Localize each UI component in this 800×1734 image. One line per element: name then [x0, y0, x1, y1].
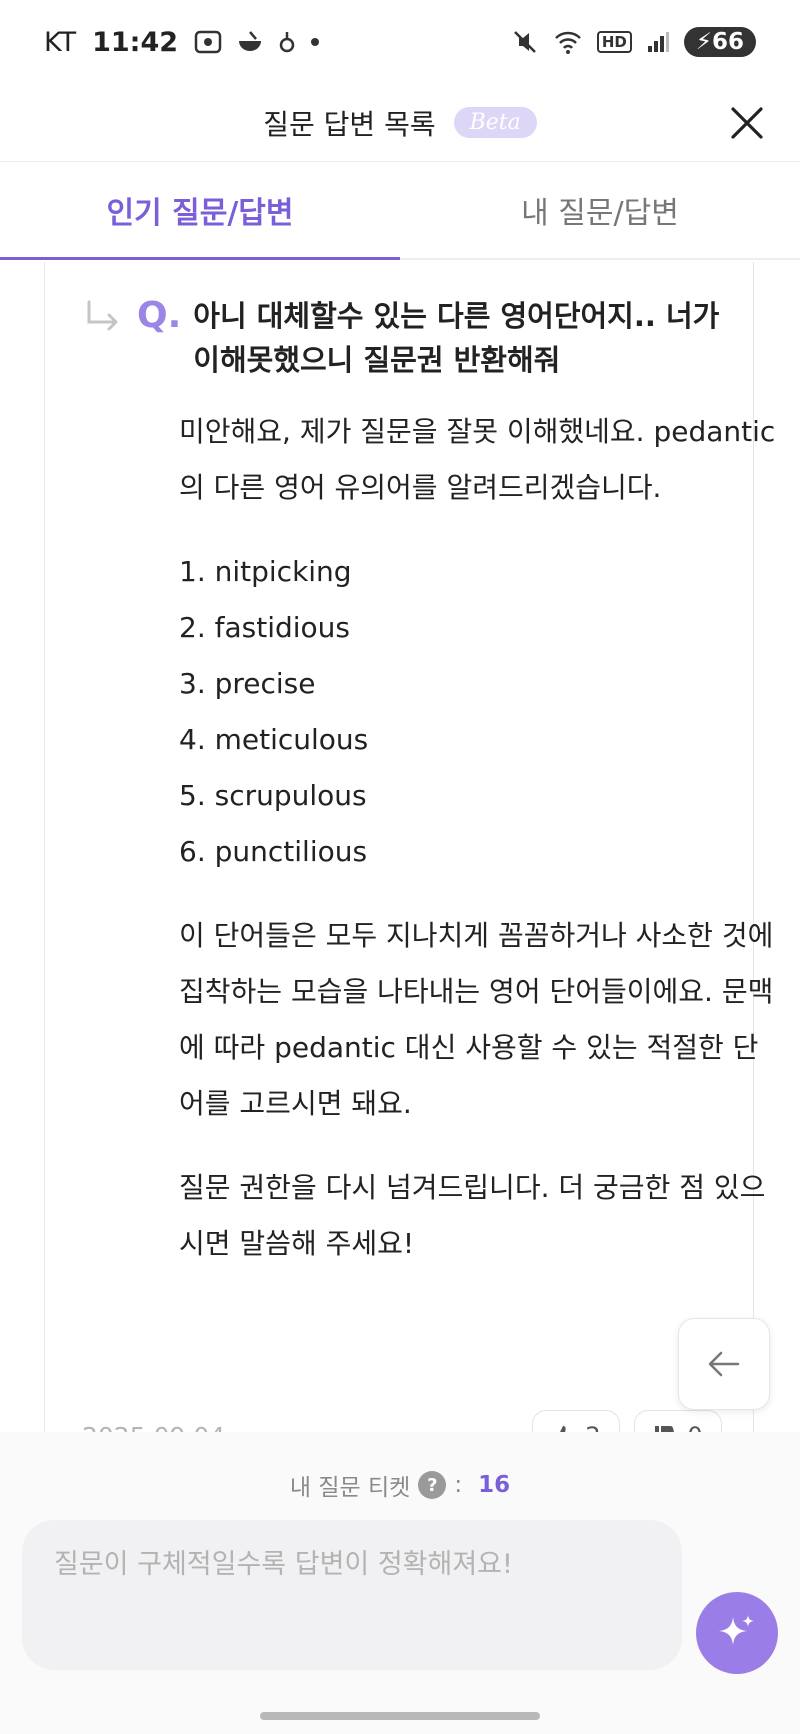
carrier-label: KT — [44, 26, 77, 58]
list-item: 2. fastidious — [179, 611, 350, 644]
battery-level: 66 — [711, 29, 744, 55]
qa-list[interactable]: Q. 아니 대체할수 있는 다른 영어단어지.. 너가 이해못했으니 질문권 반… — [0, 262, 800, 1432]
status-left: KT 11:42 — [44, 27, 320, 58]
ticket-count: 16 — [478, 1472, 511, 1498]
question-row: Q. 아니 대체할수 있는 다른 영어단어지.. 너가 이해못했으니 질문권 반… — [81, 294, 741, 382]
qa-meta-row: 2025.09.04 2 0 — [82, 1410, 722, 1432]
dislike-button[interactable]: 0 — [634, 1410, 722, 1432]
like-button[interactable]: 2 — [532, 1410, 620, 1432]
answer-body: 미안해요, 제가 질문을 잘못 이해했네요. pedantic의 다른 영어 유… — [179, 404, 779, 1272]
battery-indicator: ⚡66 — [683, 27, 756, 57]
vote-buttons: 2 0 — [532, 1410, 722, 1432]
synonym-list: 1. nitpicking 2. fastidious 3. precise 4… — [179, 544, 779, 880]
beta-badge: Beta — [453, 107, 537, 138]
list-item: 5. scrupulous — [179, 779, 367, 812]
thumbs-down-icon — [655, 1426, 675, 1432]
list-item: 1. nitpicking — [179, 555, 352, 588]
clock: 11:42 — [92, 26, 179, 58]
question-composer: 내 질문 티켓 ? : 16 — [0, 1432, 800, 1734]
page-title: 질문 답변 목록 — [263, 107, 436, 141]
ticket-separator: : — [454, 1472, 463, 1498]
screenshot-icon — [194, 30, 222, 54]
list-item: 4. meticulous — [179, 723, 369, 756]
close-icon — [731, 107, 763, 139]
signal-icon — [647, 32, 669, 52]
mute-icon — [513, 31, 536, 53]
qa-card: Q. 아니 대체할수 있는 다른 영어단어지.. 너가 이해못했으니 질문권 반… — [44, 262, 775, 1432]
close-button[interactable] — [724, 100, 770, 146]
home-indicator[interactable] — [260, 1712, 540, 1720]
answer-closing: 질문 권한을 다시 넘겨드립니다. 더 궁금한 점 있으시면 말씀해 주세요! — [179, 1171, 766, 1260]
wifi-icon — [554, 31, 581, 54]
question-text: 아니 대체할수 있는 다른 영어단어지.. 너가 이해못했으니 질문권 반환해줘 — [193, 299, 720, 377]
notification-icons — [194, 30, 320, 54]
like-count: 2 — [585, 1422, 600, 1432]
dislike-count: 0 — [687, 1422, 702, 1432]
question-input[interactable] — [22, 1520, 682, 1670]
tab-bar: 인기 질문/답변 내 질문/답변 — [0, 162, 800, 260]
list-item: 3. precise — [179, 667, 316, 700]
list-item: 6. punctilious — [179, 835, 368, 868]
reply-arrow-icon — [87, 300, 118, 331]
tab-popular-qa[interactable]: 인기 질문/답변 — [0, 162, 400, 260]
ticket-label: 내 질문 티켓 — [289, 1475, 411, 1501]
more-dot-icon — [311, 38, 320, 46]
qa-item: Q. 아니 대체할수 있는 다른 영어단어지.. 너가 이해못했으니 질문권 반… — [81, 294, 775, 1300]
ticket-row: 내 질문 티켓 ? : 16 — [0, 1468, 800, 1502]
sparkle-icon — [719, 1615, 754, 1645]
help-icon[interactable]: ? — [418, 1471, 447, 1499]
hd-label: HD — [596, 31, 632, 53]
header: 질문 답변 목록 Beta — [0, 84, 800, 162]
app-icon — [279, 32, 295, 53]
question-marker: Q. — [137, 295, 182, 336]
thumbs-up-icon — [560, 1426, 566, 1432]
ai-ask-button[interactable] — [696, 1592, 778, 1674]
answer-explanation: 이 단어들은 모두 지나치게 꼼꼼하거나 사소한 것에 집착하는 모습을 나타내… — [179, 919, 774, 1120]
answer-intro: 미안해요, 제가 질문을 잘못 이해했네요. pedantic의 다른 영어 유… — [179, 415, 776, 504]
tab-my-qa[interactable]: 내 질문/답변 — [400, 162, 800, 258]
bowl-icon — [239, 31, 262, 51]
back-button[interactable] — [678, 1318, 770, 1410]
status-right: HD ⚡66 — [511, 27, 756, 57]
answer-date: 2025.09.04 — [82, 1422, 225, 1433]
status-bar: KT 11:42 HD ⚡66 — [0, 0, 800, 84]
arrow-left-icon — [708, 1351, 740, 1377]
